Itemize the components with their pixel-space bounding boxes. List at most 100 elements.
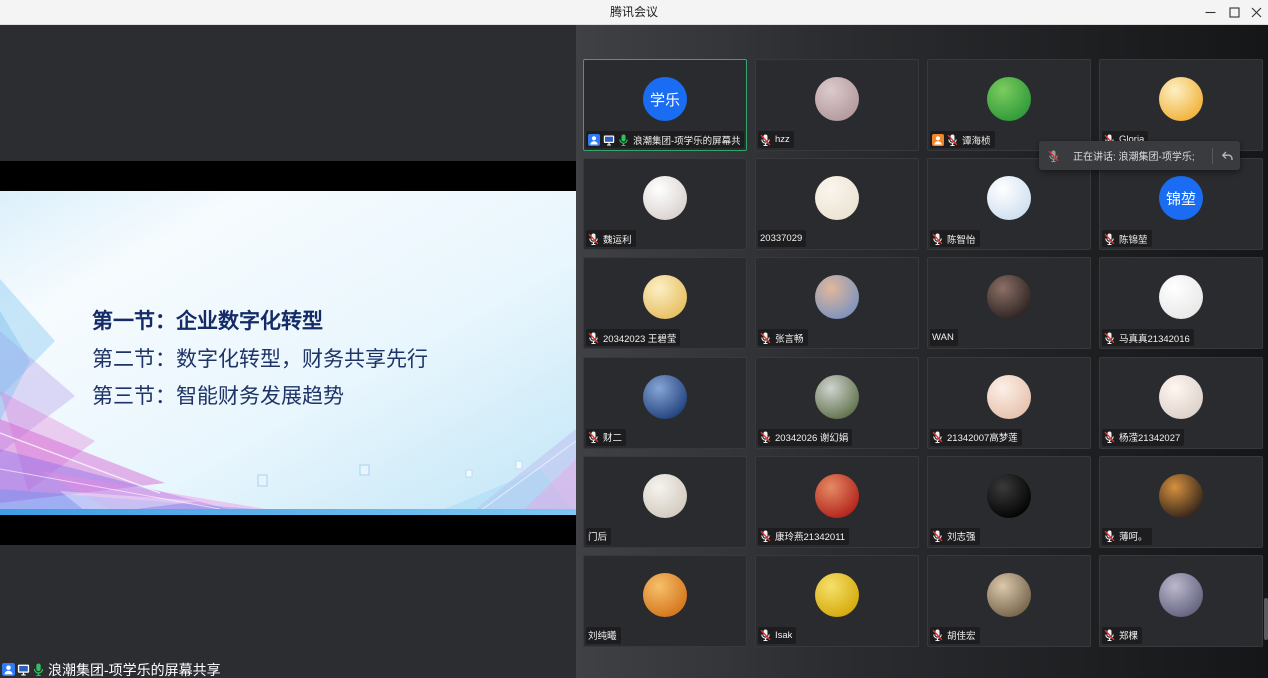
video-tile[interactable]: 门后 [583, 455, 747, 548]
participant-name: 刘志强 [947, 532, 976, 544]
participant-name: 杨滢21342027 [1119, 433, 1181, 445]
mic-muted-icon [760, 530, 771, 543]
participant-name: 门后 [588, 532, 608, 544]
name-label: Isak [758, 626, 797, 644]
avatar-text: 学乐 [649, 91, 680, 109]
screen-share-owner: 浪潮集团-项学乐的屏幕共享 [48, 661, 221, 678]
avatar [1159, 77, 1203, 121]
speaking-toast: 正在讲话: 浪潮集团-项学乐; [1039, 141, 1240, 170]
name-label: 刘志强 [930, 527, 980, 545]
video-tile[interactable]: 刘志强 [927, 455, 1091, 548]
video-tile[interactable]: 20342026 谢幻娟 [755, 356, 919, 449]
title-bar: 腾讯会议 [0, 0, 1268, 25]
avatar: 学乐 [643, 77, 687, 121]
video-tile[interactable]: 马真真21342016 [1099, 257, 1263, 350]
participant-name: 20342026 谢幻娟 [775, 433, 849, 445]
video-tile[interactable]: Gloria [1099, 59, 1263, 151]
mic-muted-icon [588, 233, 599, 245]
name-label: 财二 [586, 428, 627, 446]
status-icons [588, 332, 599, 344]
participant-name: WAN [932, 332, 954, 344]
video-tile[interactable]: 20342023 王碧莹 [583, 257, 747, 350]
shared-screen[interactable]: 第一节：企业数字化转型 第二节：数字化转型，财务共享先行 第三节：智能财务发展趋… [0, 161, 576, 545]
avatar [987, 473, 1031, 518]
avatar [643, 572, 687, 617]
video-tile[interactable]: 张言畅 [755, 257, 919, 350]
video-tile[interactable]: 郑棵 [1099, 554, 1263, 647]
video-tile[interactable]: 学乐 浪潮集团-项学乐的屏幕共... [583, 59, 747, 151]
avatar [1159, 275, 1203, 320]
speaking-text: 正在讲话: 浪潮集团-项学乐; [1073, 152, 1195, 163]
mic-muted-icon [588, 431, 599, 444]
mic-muted-icon [1104, 233, 1115, 245]
avatar [987, 275, 1031, 320]
avatar [815, 374, 859, 419]
avatar: 锦堃 [1159, 176, 1203, 221]
video-tile[interactable]: 薄呵。 [1099, 455, 1263, 548]
name-label: 康玲燕21342011 [758, 527, 850, 545]
video-tile[interactable]: 21342007高梦莲 [927, 356, 1091, 449]
participant-name: 刘纯曦 [588, 631, 617, 643]
video-tile[interactable]: 财二 [583, 356, 747, 449]
participant-name: 陈锦堃 [1119, 234, 1148, 246]
video-tile[interactable]: Isak [755, 554, 919, 647]
mic-muted-icon [1104, 332, 1115, 344]
speaking-mic-icon [1048, 150, 1059, 162]
name-label: 杨滢21342027 [1102, 428, 1185, 446]
screen-share-icon [17, 663, 30, 676]
name-label: 刘纯曦 [586, 626, 621, 644]
mic-on-icon [32, 663, 45, 676]
scrollbar-thumb[interactable] [1264, 598, 1268, 640]
status-icons [932, 133, 958, 146]
mic-muted-icon [760, 431, 771, 444]
maximize-icon[interactable] [1227, 5, 1241, 19]
participant-name: 张言畅 [775, 333, 804, 345]
name-label: 21342007高梦莲 [930, 428, 1022, 446]
video-tile[interactable]: 胡佳宏 [927, 554, 1091, 647]
participant-name: hzz [775, 134, 790, 145]
status-icons [1104, 431, 1115, 444]
status-icons [1104, 629, 1115, 642]
status-icons [760, 134, 771, 146]
status-icons [932, 431, 943, 444]
host-icon [2, 663, 15, 676]
video-tile[interactable]: hzz [755, 59, 919, 151]
window-title: 腾讯会议 [609, 5, 658, 19]
close-icon[interactable] [1249, 5, 1263, 19]
mic-muted-icon [760, 134, 771, 146]
avatar [1159, 374, 1203, 419]
video-tile[interactable]: 杨滢21342027 [1099, 356, 1263, 449]
avatar-text: 锦堃 [1165, 190, 1196, 208]
name-label: 谭海桢 [930, 131, 995, 148]
avatar [987, 77, 1031, 121]
screen-share-panel: 第一节：企业数字化转型 第二节：数字化转型，财务共享先行 第三节：智能财务发展趋… [0, 25, 576, 678]
collapse-icon[interactable] [1220, 149, 1234, 163]
video-tile[interactable]: 谭海桢 [927, 59, 1091, 151]
participant-name: 财二 [603, 433, 623, 445]
status-icons [588, 133, 629, 146]
video-tile[interactable]: 魏运利 [583, 158, 747, 251]
status-icons [760, 431, 771, 444]
name-label: 魏运利 [586, 230, 636, 248]
status-icons [1104, 233, 1115, 245]
minimize-icon[interactable] [1203, 5, 1217, 19]
participant-name: 21342007高梦莲 [947, 433, 1018, 445]
video-tile[interactable]: 20337029 [755, 158, 919, 251]
name-label: 胡佳宏 [930, 626, 980, 644]
toast-divider [1212, 147, 1213, 164]
video-tile[interactable]: 锦堃 陈锦堃 [1099, 158, 1263, 251]
avatar [643, 473, 687, 518]
status-icons [1104, 530, 1115, 543]
name-label: WAN [930, 329, 958, 347]
name-label: 20337029 [758, 230, 807, 248]
mic-muted-icon [1104, 629, 1115, 642]
status-icons [760, 332, 771, 344]
video-tile[interactable]: 康玲燕21342011 [755, 455, 919, 548]
slide-outline: 第一节：企业数字化转型 第二节：数字化转型，财务共享先行 第三节：智能财务发展趋… [92, 303, 428, 416]
participant-name: 马真真21342016 [1119, 333, 1190, 345]
video-tile[interactable]: 刘纯曦 [583, 554, 747, 647]
mic-muted-icon [760, 332, 771, 344]
video-tile[interactable]: WAN [927, 257, 1091, 350]
name-label: hzz [758, 131, 794, 148]
video-tile[interactable]: 陈智怡 [927, 158, 1091, 251]
